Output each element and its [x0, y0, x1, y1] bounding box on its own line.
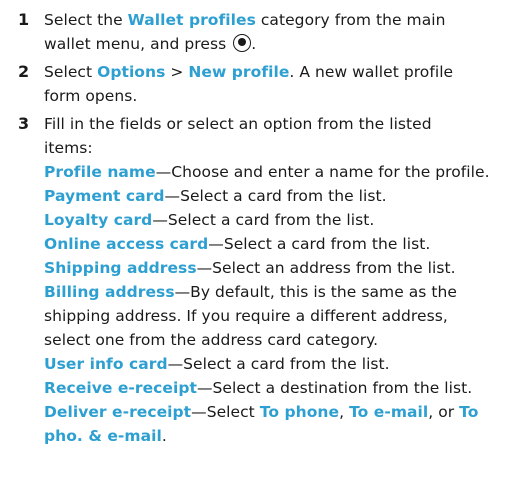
- field-payment-card: Payment card—Select a card from the list…: [44, 184, 512, 208]
- field-profile-name: Profile name—Choose and enter a name for…: [44, 160, 512, 184]
- option-to-phone-and-email-end: pho. & e-mail: [44, 427, 162, 445]
- field-online-access-card: Online access card—Select a card from th…: [44, 232, 512, 256]
- field-name: Payment card: [44, 187, 165, 205]
- field-description: —Select a card from the list.: [164, 187, 387, 205]
- field-loyalty-card: Loyalty card—Select a card from the list…: [44, 208, 512, 232]
- field-shipping-address: Shipping address—Select an address from …: [44, 256, 512, 280]
- billing-address-continued-2: select one from the address card categor…: [44, 331, 379, 349]
- field-name: Billing address: [44, 283, 175, 301]
- manual-page: 1 Select the Wallet profiles category fr…: [0, 0, 522, 482]
- option-to-phone: To phone: [259, 403, 340, 421]
- field-billing-address: Billing address—By default, this is the …: [44, 280, 512, 304]
- step-1: 1 Select the Wallet profiles category fr…: [0, 8, 522, 56]
- field-name: Deliver e-receipt: [44, 403, 192, 421]
- field-receive-e-receipt: Receive e-receipt—Select a destination f…: [44, 376, 512, 400]
- step-number: 2: [18, 62, 30, 81]
- field-name: User info card: [44, 355, 168, 373]
- deliver-e-receipt-continued: pho. & e-mail.: [44, 427, 167, 445]
- field-description: —Select a card from the list.: [152, 211, 375, 229]
- step-2: 2 Select Options > New profile. A new wa…: [0, 60, 522, 108]
- field-description: —By default, this is the same as the: [174, 283, 457, 301]
- wallet-profiles-term: Wallet profiles: [127, 11, 256, 29]
- field-name: Loyalty card: [44, 211, 153, 229]
- field-name: Profile name: [44, 163, 156, 181]
- step-3: 3 Fill in the fields or select an option…: [0, 112, 522, 448]
- options-term: Options: [97, 63, 166, 81]
- option-to-email: To e-mail: [349, 403, 429, 421]
- billing-address-continued-1: shipping address. If you require a diffe…: [44, 307, 448, 325]
- field-description: —Select a card from the list.: [167, 355, 390, 373]
- field-description: —Select a card from the list.: [208, 235, 431, 253]
- step-1-line-2: wallet menu, and press .: [44, 34, 257, 53]
- select-key-icon: [233, 34, 252, 52]
- new-profile-term: New profile: [188, 63, 290, 81]
- step-number: 3: [18, 114, 30, 133]
- step-3-intro-2: items:: [44, 139, 93, 157]
- step-3-intro-1: Fill in the fields or select an option f…: [44, 115, 432, 133]
- step-2-line-2: form opens.: [44, 87, 138, 105]
- field-name: Shipping address: [44, 259, 197, 277]
- step-2-line-1: Select Options > New profile. A new wall…: [44, 63, 454, 81]
- step-number: 1: [18, 10, 30, 29]
- field-name: Online access card: [44, 235, 209, 253]
- field-deliver-e-receipt: Deliver e-receipt—Select To phone, To e-…: [44, 403, 479, 421]
- field-description: —Select an address from the list.: [196, 259, 456, 277]
- field-name: Receive e-receipt: [44, 379, 197, 397]
- field-description: —Choose and enter a name for the profile…: [155, 163, 490, 181]
- field-description: —Select a destination from the list.: [196, 379, 473, 397]
- field-user-info-card: User info card—Select a card from the li…: [44, 352, 512, 376]
- option-to-phone-and-email-start: To: [459, 403, 479, 421]
- field-description: —Select: [191, 403, 260, 421]
- step-1-line-1: Select the Wallet profiles category from…: [44, 11, 446, 29]
